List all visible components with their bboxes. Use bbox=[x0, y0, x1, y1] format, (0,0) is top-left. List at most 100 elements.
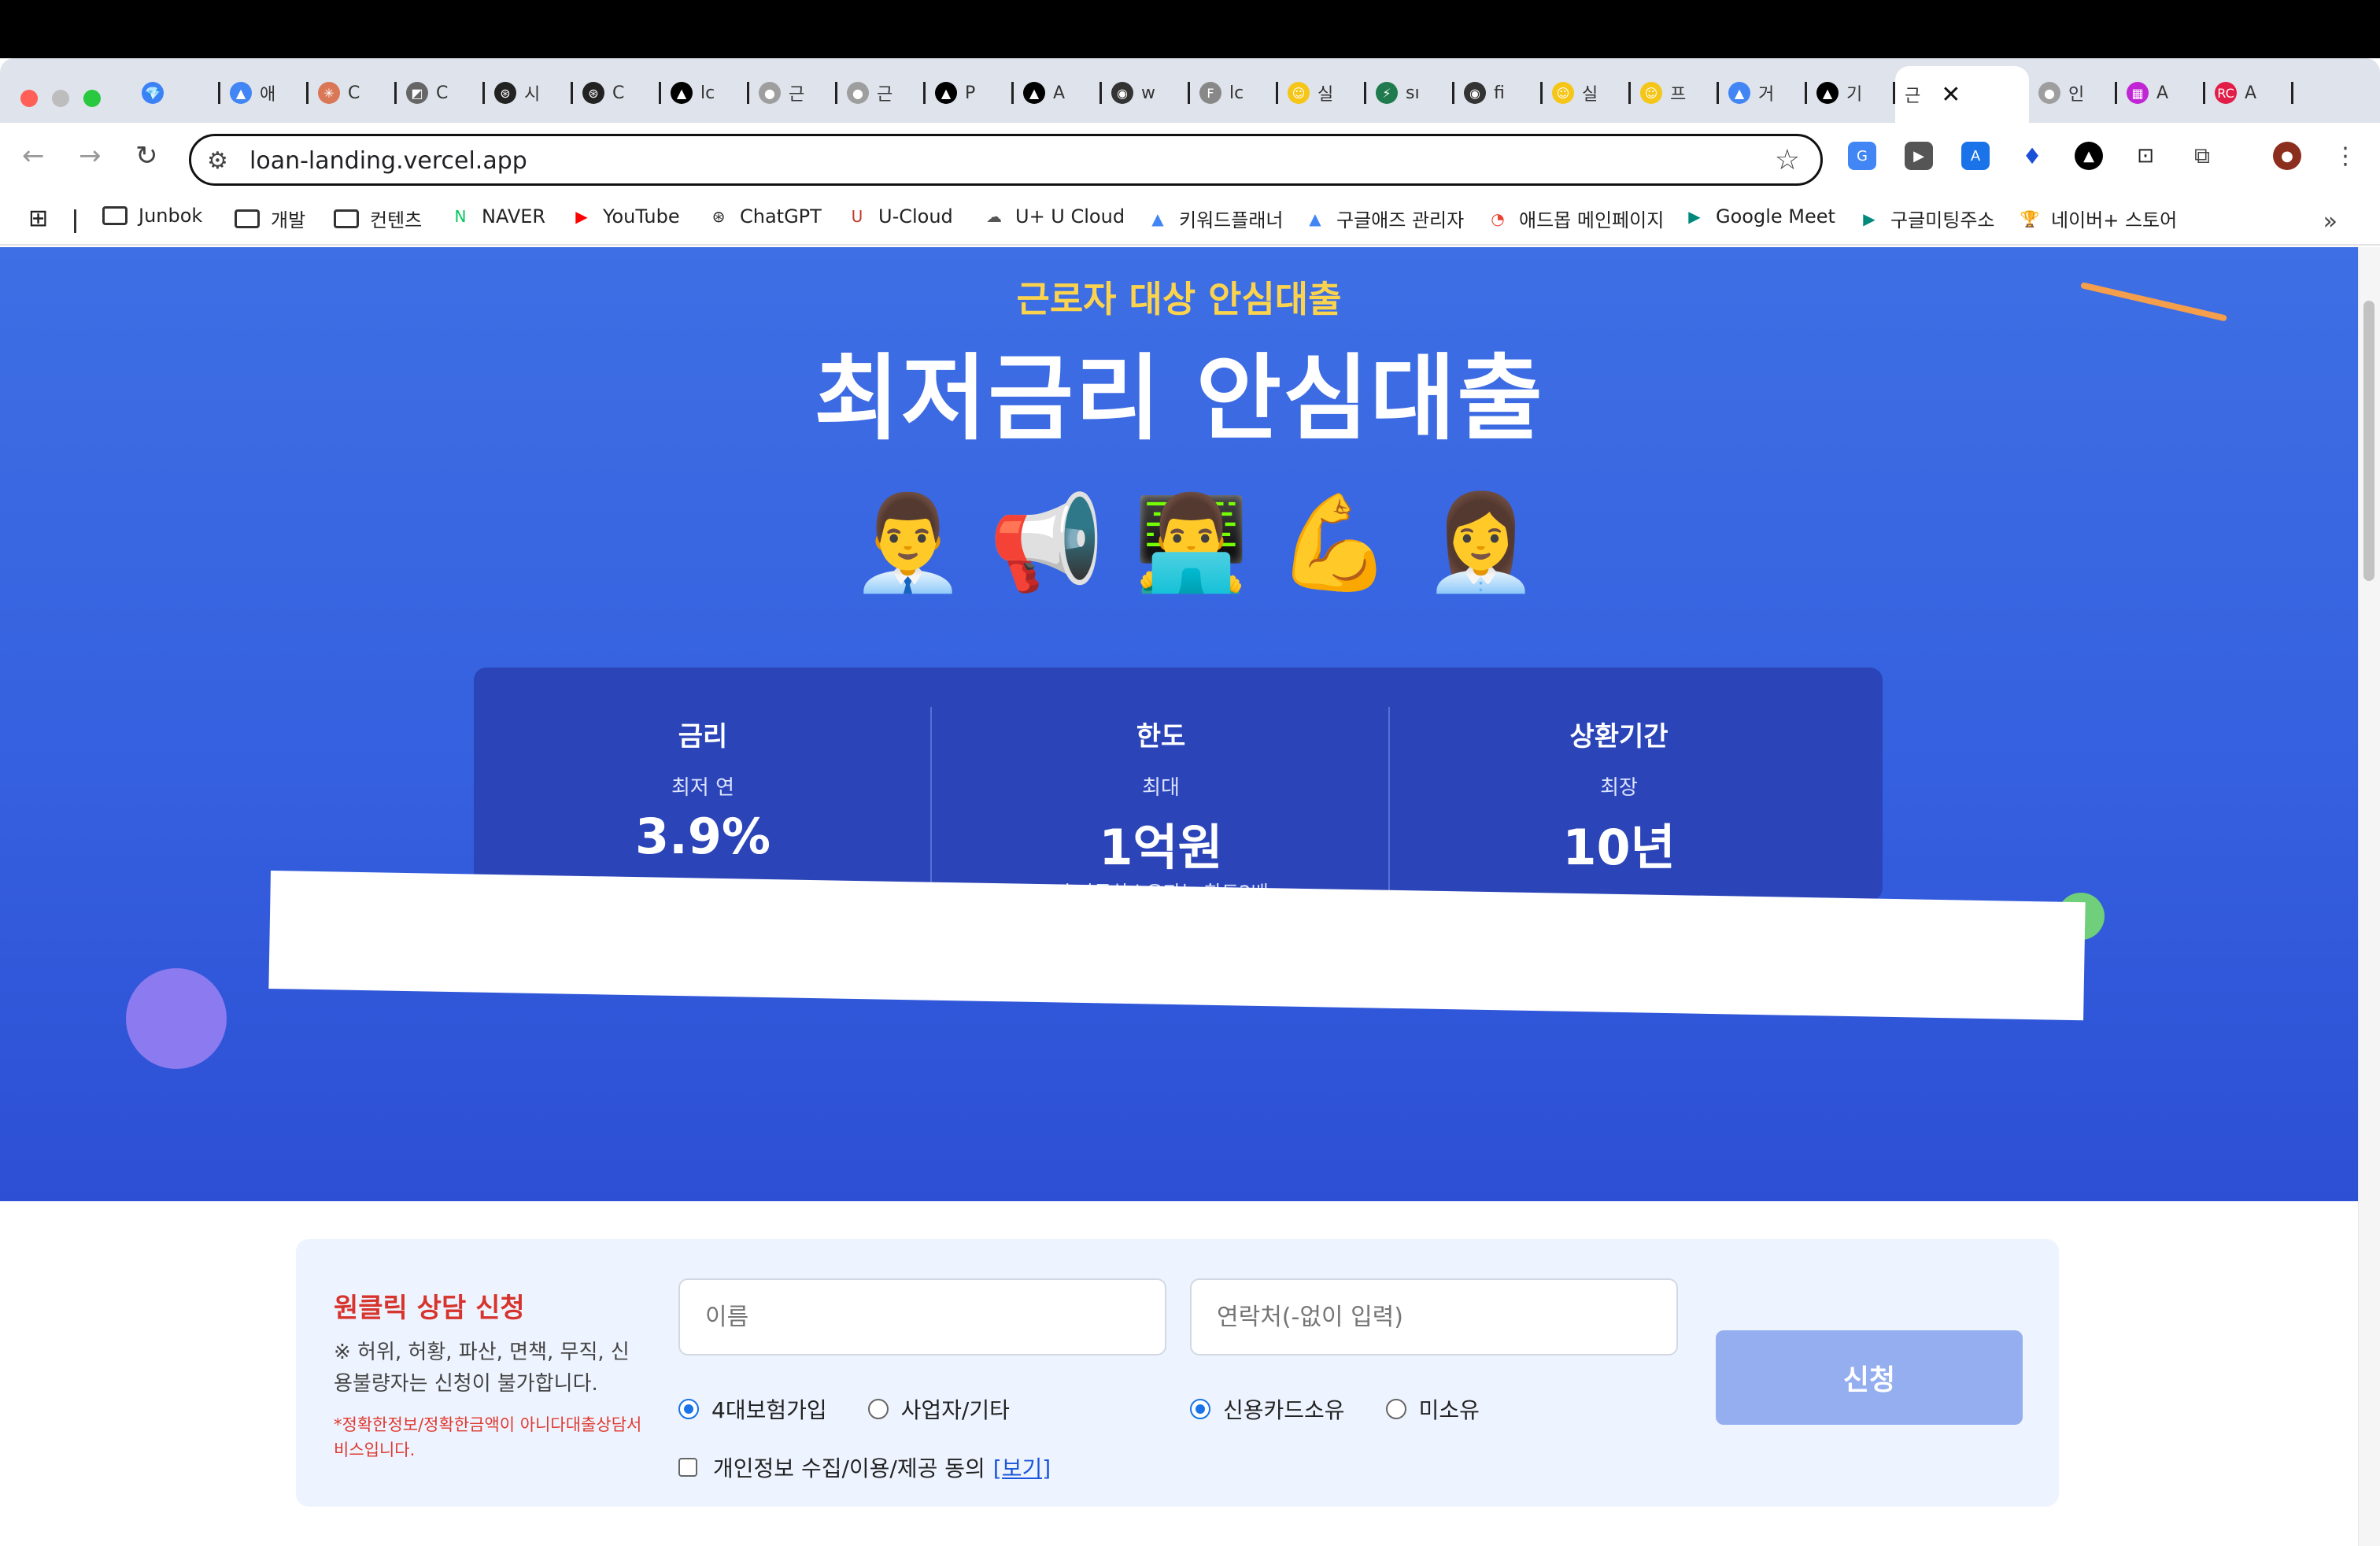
browser-tab[interactable]: ☺ 실 bbox=[1278, 69, 1366, 117]
browser-tab[interactable]: ☺ 실 bbox=[1543, 69, 1631, 117]
close-window-button[interactable] bbox=[20, 90, 38, 107]
browser-tab[interactable]: ✳ C bbox=[309, 69, 397, 117]
browser-tab[interactable]: ▲ 거 bbox=[1719, 69, 1807, 117]
name-input[interactable] bbox=[678, 1278, 1166, 1356]
browser-tab[interactable]: ⊛ 시 bbox=[485, 69, 573, 117]
stat-rate: 금리 최저 연 3.9% 부터 bbox=[474, 668, 932, 904]
page-scrollbar[interactable] bbox=[2358, 247, 2380, 1546]
bookmark-item[interactable]: ▲ 구글애즈 관리자 bbox=[1303, 205, 1464, 232]
video-extension-icon[interactable]: ▶ bbox=[1905, 142, 1933, 170]
radio-insured-employee[interactable] bbox=[678, 1399, 699, 1419]
submit-button[interactable]: 신청 bbox=[1716, 1330, 2023, 1425]
tab-title: 근 bbox=[877, 85, 893, 105]
consent-view-link[interactable]: [보기] bbox=[993, 1452, 1051, 1483]
minimize-window-button[interactable] bbox=[52, 90, 69, 107]
bookmark-label: 네이버+ 스토어 bbox=[2051, 209, 2178, 231]
bookmark-item[interactable]: U U-Cloud bbox=[845, 205, 953, 228]
tab-favicon-icon: ☺ bbox=[1288, 82, 1310, 104]
technologist-emoji-icon: 👨‍💻 bbox=[1133, 488, 1249, 597]
bookmark-item[interactable]: 🏆 네이버+ 스토어 bbox=[2018, 205, 2178, 232]
browser-tab[interactable]: Flc bbox=[1190, 69, 1278, 117]
browser-toolbar: ← → ↻ ⚙ loan-landing.vercel.app ☆ G ▶ A … bbox=[0, 123, 2380, 195]
site-info-icon[interactable]: ⚙ bbox=[207, 147, 228, 175]
browser-tab[interactable]: ◩ C bbox=[397, 69, 485, 117]
phone-input[interactable] bbox=[1190, 1278, 1678, 1356]
browser-tab[interactable]: ◉ fi bbox=[1454, 69, 1543, 117]
browser-tab[interactable]: ▦ A bbox=[2117, 69, 2205, 117]
bookmark-item[interactable]: ▶ YouTube bbox=[570, 205, 679, 228]
bookmark-item[interactable]: ⊛ ChatGPT bbox=[707, 205, 822, 228]
profile-avatar[interactable]: ● bbox=[2273, 142, 2301, 170]
browser-tab[interactable]: ● 근 bbox=[837, 69, 926, 117]
translate-extension-icon[interactable]: G bbox=[1848, 142, 1876, 170]
browser-tab[interactable]: ● 근 bbox=[749, 69, 837, 117]
tab-title: 실 bbox=[1318, 85, 1334, 105]
privacy-consent-checkbox[interactable] bbox=[678, 1458, 697, 1477]
vercel-extension-icon[interactable]: ▲ bbox=[2075, 142, 2103, 170]
bookmark-item[interactable]: 개발 bbox=[235, 205, 305, 232]
more-bookmarks-icon[interactable]: » bbox=[2323, 208, 2338, 235]
apps-grid-icon[interactable]: ⊞ bbox=[28, 205, 48, 232]
bookmark-item[interactable]: N NAVER bbox=[449, 205, 546, 228]
browser-tab[interactable]: ▲ 애 bbox=[220, 69, 309, 117]
bookmark-favicon-icon: ▶ bbox=[1688, 207, 1701, 226]
browser-menu-icon[interactable]: ⋮ bbox=[2331, 142, 2360, 170]
browser-tab[interactable]: 💎 bbox=[132, 69, 220, 117]
bookmark-label: Junbok bbox=[139, 205, 203, 227]
back-button[interactable]: ← bbox=[22, 140, 45, 172]
address-bar[interactable]: ⚙ loan-landing.vercel.app ☆ bbox=[189, 134, 1823, 186]
tab-title: 기 bbox=[1846, 85, 1863, 105]
tab-favicon-icon: ⊛ bbox=[582, 82, 604, 104]
radio-has-credit-card[interactable] bbox=[1190, 1399, 1210, 1419]
extensions-puzzle-icon[interactable]: ⧉ bbox=[2188, 142, 2216, 170]
radio-label: 미소유 bbox=[1418, 1397, 1480, 1423]
tab-title: C bbox=[436, 83, 449, 103]
radio-label: 4대보험가입 bbox=[711, 1397, 827, 1423]
megaphone-emoji-icon: 📢 bbox=[989, 488, 1104, 597]
os-top-bar bbox=[0, 0, 2380, 58]
browser-tab[interactable]: RC A bbox=[2205, 69, 2293, 117]
forward-button[interactable]: → bbox=[79, 140, 102, 172]
bookmark-divider bbox=[74, 209, 76, 233]
tab-active[interactable]: 근 ✕ bbox=[1895, 66, 2029, 123]
tab-separator bbox=[2291, 82, 2293, 104]
maximize-window-button[interactable] bbox=[83, 90, 101, 107]
bookmark-item[interactable]: ▶ 구글미팅주소 bbox=[1857, 205, 1994, 232]
browser-tab[interactable]: ⊛ C bbox=[573, 69, 661, 117]
browser-tab[interactable]: ⚡ sı bbox=[1366, 69, 1454, 117]
bookmark-item[interactable]: 컨텐츠 bbox=[334, 205, 422, 232]
tab-title: fi bbox=[1494, 83, 1505, 103]
browser-tab[interactable]: ▲ 기 bbox=[1807, 69, 1895, 117]
bookmark-item[interactable]: ☁ U+ U Cloud bbox=[982, 205, 1125, 228]
bookmark-label: 개발 bbox=[271, 209, 306, 231]
url-text[interactable]: loan-landing.vercel.app bbox=[249, 147, 527, 175]
close-tab-icon[interactable]: ✕ bbox=[1941, 81, 1961, 109]
loan-stats-panel: 금리 최저 연 3.9% 부터 한도 최대 1억원 집·자동차소유자는 한도2배… bbox=[474, 668, 1883, 904]
reload-button[interactable]: ↻ bbox=[135, 140, 158, 172]
browser-tab[interactable]: ● 인 bbox=[2029, 69, 2117, 117]
bookmark-item[interactable]: Junbok bbox=[102, 205, 202, 227]
bookmark-item[interactable]: ▲ 키워드플래너 bbox=[1146, 205, 1283, 232]
robot-extension-icon[interactable]: ⊡ bbox=[2131, 142, 2160, 170]
bookmark-label: 키워드플래너 bbox=[1179, 209, 1284, 231]
language-extension-icon[interactable]: A bbox=[1961, 142, 1990, 170]
tab-title: lc bbox=[1229, 83, 1244, 103]
bookmark-label: 구글미팅주소 bbox=[1890, 209, 1995, 231]
bookmark-label: NAVER bbox=[482, 205, 546, 227]
bookmark-star-icon[interactable]: ☆ bbox=[1775, 144, 1800, 176]
radio-no-credit-card[interactable] bbox=[1385, 1399, 1406, 1419]
tab-favicon-icon: ▲ bbox=[1023, 82, 1045, 104]
bookmark-item[interactable]: ▶ Google Meet bbox=[1683, 205, 1835, 228]
scrollbar-thumb[interactable] bbox=[2363, 301, 2374, 581]
browser-tab[interactable]: ☺ 프 bbox=[1631, 69, 1719, 117]
diamond-extension-icon[interactable]: ♦ bbox=[2018, 142, 2046, 170]
browser-tab[interactable]: ◉ w bbox=[1102, 69, 1190, 117]
form-warning: ※ 허위, 허황, 파산, 면책, 무직, 신용불량자는 신청이 불가합니다. bbox=[334, 1341, 630, 1396]
browser-tab[interactable]: ▲ P bbox=[926, 69, 1014, 117]
employment-radio-group: 4대보험가입 사업자/기타 bbox=[678, 1393, 1051, 1425]
radio-business-other[interactable] bbox=[867, 1399, 889, 1419]
browser-tab[interactable]: ▲ lc bbox=[661, 69, 749, 117]
browser-tab[interactable]: ▲ A bbox=[1014, 69, 1102, 117]
bookmark-favicon-icon: N bbox=[454, 207, 467, 226]
bookmark-item[interactable]: ◔ 애드몹 메인페이지 bbox=[1486, 205, 1664, 232]
